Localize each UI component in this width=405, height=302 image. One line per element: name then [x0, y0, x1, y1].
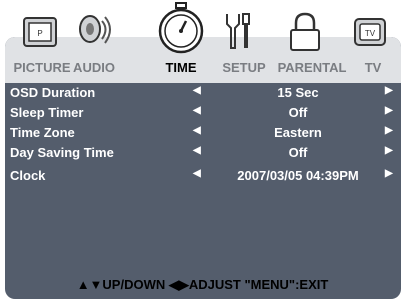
row-value: Eastern: [274, 125, 322, 140]
row-value: 2007/03/05 04:39PM: [237, 168, 359, 183]
picture-icon[interactable]: P: [21, 15, 61, 51]
tab-parental[interactable]: PARENTAL: [278, 60, 347, 75]
right-arrow-icon[interactable]: ▶: [385, 105, 393, 116]
help-footer: ▲▼UP/DOWN ◀▶ADJUST "MENU":EXIT: [76, 277, 329, 292]
row-value: 15 Sec: [277, 85, 319, 100]
right-arrow-icon[interactable]: ▶: [385, 168, 393, 179]
left-arrow-icon[interactable]: ◀: [193, 168, 201, 179]
time-zone-row[interactable]: Time Zone ◀ Eastern ▶: [10, 123, 400, 143]
stopwatch-icon[interactable]: [157, 2, 205, 54]
left-arrow-icon[interactable]: ◀: [193, 105, 201, 116]
tab-audio[interactable]: AUDIO: [73, 60, 115, 75]
row-label: OSD Duration: [10, 85, 96, 100]
speaker-icon[interactable]: [74, 11, 114, 51]
tv-icon[interactable]: TV: [353, 15, 389, 51]
left-arrow-icon[interactable]: ◀: [193, 145, 201, 156]
right-arrow-icon[interactable]: ▶: [385, 145, 393, 156]
right-arrow-icon[interactable]: ▶: [385, 125, 393, 136]
sleep-timer-row[interactable]: Sleep Timer ◀ Off ▶: [10, 103, 400, 123]
tab-tv[interactable]: TV: [365, 60, 382, 75]
row-label: Day Saving Time: [10, 145, 114, 160]
lock-icon[interactable]: [287, 12, 323, 52]
left-arrow-icon[interactable]: ◀: [193, 125, 201, 136]
row-value: Off: [288, 145, 308, 160]
tab-picture[interactable]: PICTURE: [13, 60, 70, 75]
row-label: Sleep Timer: [10, 105, 84, 120]
tab-time[interactable]: TIME: [165, 60, 196, 75]
right-arrow-icon[interactable]: ▶: [385, 85, 393, 96]
left-arrow-icon[interactable]: ◀: [193, 85, 201, 96]
row-label: Clock: [10, 168, 46, 183]
tab-setup[interactable]: SETUP: [222, 60, 265, 75]
row-value: Off: [288, 105, 308, 120]
svg-text:TV: TV: [365, 29, 376, 38]
day-saving-time-row[interactable]: Day Saving Time ◀ Off ▶: [10, 143, 400, 163]
osd-duration-row[interactable]: OSD Duration ◀ 15 Sec ▶: [10, 83, 400, 103]
row-label: Time Zone: [10, 125, 75, 140]
tools-icon[interactable]: [221, 12, 255, 52]
clock-row[interactable]: Clock ◀ 2007/03/05 04:39PM ▶: [10, 166, 400, 186]
svg-text:P: P: [37, 29, 42, 38]
